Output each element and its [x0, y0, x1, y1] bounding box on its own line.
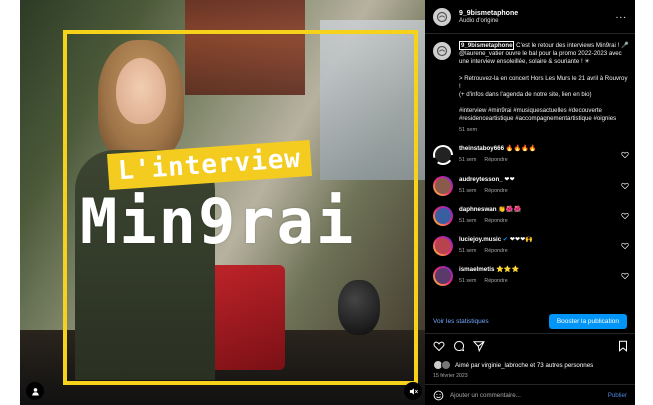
original-audio-link[interactable]: Audio d'origine	[459, 18, 518, 24]
reply-button[interactable]: Répondre	[484, 188, 507, 194]
caption-username[interactable]: 9_9bismetaphone	[459, 41, 515, 50]
comment-item: ismaelmetis ⭐⭐⭐ 51 sem Répondre	[433, 266, 633, 286]
heart-icon[interactable]	[621, 272, 629, 280]
user-icon	[31, 387, 39, 396]
more-options-button[interactable]: ...	[616, 10, 627, 21]
comment-time: 51 sem	[459, 188, 477, 194]
share-paper-plane-icon[interactable]	[473, 340, 485, 352]
post-caption: 9_9bismetaphone C'est le retour des inte…	[433, 41, 629, 134]
comment-username[interactable]: theinstaboy666	[459, 145, 504, 152]
comment-bubble-icon[interactable]	[453, 340, 465, 352]
liker-avatar	[441, 360, 451, 370]
comment-time: 51 sem	[459, 218, 477, 224]
caption-avatar[interactable]	[433, 42, 451, 60]
comment-item: audreytesson_ ❤❤ 51 sem Répondre	[433, 176, 633, 196]
reply-button[interactable]: Répondre	[484, 278, 507, 284]
comment-text: 🔥🔥🔥🔥	[505, 145, 537, 152]
comment-item: daphneswan 👏🌺🌺 51 sem Répondre	[433, 206, 633, 226]
comment-username[interactable]: audreytesson_	[459, 176, 503, 183]
comment-avatar[interactable]	[433, 206, 453, 226]
verified-badge: ✔	[502, 236, 509, 243]
likes-summary[interactable]: Aimé par virginie_labroche et 73 autres …	[433, 360, 593, 370]
comment-time: 51 sem	[459, 278, 477, 284]
comment-username[interactable]: luciejoy.music	[459, 236, 501, 243]
comment-text: ❤❤❤🙌	[509, 236, 534, 243]
comment-avatar[interactable]	[433, 236, 453, 256]
comment-avatar[interactable]	[433, 266, 453, 286]
tagged-people-button[interactable]	[26, 382, 44, 400]
likes-text: Aimé par virginie_labroche et 73 autres …	[455, 361, 594, 369]
post-side-panel: 9_9bismetaphone Audio d'origine ... 9_9b…	[425, 0, 635, 405]
emoji-icon[interactable]	[433, 390, 444, 401]
stats-bar: Voir les statistiques Booster la publica…	[425, 310, 635, 334]
reply-button[interactable]: Répondre	[484, 248, 507, 254]
comment-text: ⭐⭐⭐	[496, 266, 520, 273]
caption-time: 51 sem	[459, 126, 478, 133]
comment-username[interactable]: daphneswan	[459, 206, 496, 213]
boost-post-button[interactable]: Booster la publication	[548, 314, 627, 329]
like-heart-icon[interactable]	[433, 340, 445, 352]
logo-icon	[436, 11, 448, 22]
comment-input[interactable]: Ajouter un commentaire...	[450, 392, 602, 399]
publish-button[interactable]: Publier	[608, 392, 627, 399]
reply-button[interactable]: Répondre	[484, 157, 507, 163]
heart-icon[interactable]	[621, 212, 629, 220]
post-media[interactable]: L'interview Min9rai	[20, 0, 425, 405]
caption-info-line: (+ d'infos dans l'agenda de notre site, …	[459, 91, 592, 99]
speaker-muted-icon	[409, 387, 418, 395]
comment-username[interactable]: ismaelmetis	[459, 266, 494, 273]
heart-icon[interactable]	[621, 151, 629, 159]
heart-icon[interactable]	[621, 182, 629, 190]
logo-icon	[436, 45, 448, 57]
comment-composer: Ajouter un commentaire... Publier	[425, 384, 635, 405]
artist-title: Min9rai	[80, 185, 356, 258]
header-username[interactable]: 9_9bismetaphone	[459, 10, 518, 17]
comment-text: 👏🌺🌺	[498, 206, 522, 213]
comment-item: luciejoy.music ✔ ❤❤❤🙌 51 sem Répondre	[433, 236, 633, 256]
comment-item: theinstaboy666 🔥🔥🔥🔥 51 sem Répondre	[433, 145, 633, 165]
comment-avatar[interactable]	[433, 145, 453, 165]
comment-avatar[interactable]	[433, 176, 453, 196]
reply-button[interactable]: Répondre	[484, 218, 507, 224]
post-actions	[433, 338, 629, 354]
bookmark-icon[interactable]	[617, 340, 629, 352]
caption-hashtags[interactable]: #interview #min9rai #musiquesactuelles #…	[459, 107, 629, 123]
account-avatar[interactable]	[433, 7, 451, 26]
comment-time: 51 sem	[459, 248, 477, 254]
post-date: 15 février 2023	[433, 373, 468, 379]
instagram-post-window: L'interview Min9rai 9_9bismetaphone Audi…	[20, 0, 635, 405]
post-header: 9_9bismetaphone Audio d'origine ...	[425, 0, 635, 34]
caption-concert-line: > Retrouvez-la en concert Hors Les Murs …	[459, 74, 628, 90]
comment-text: ❤❤	[504, 176, 515, 183]
heart-icon[interactable]	[621, 242, 629, 250]
view-insights-link[interactable]: Voir les statistiques	[433, 318, 489, 325]
mute-button[interactable]	[404, 382, 422, 400]
comment-time: 51 sem	[459, 157, 477, 163]
